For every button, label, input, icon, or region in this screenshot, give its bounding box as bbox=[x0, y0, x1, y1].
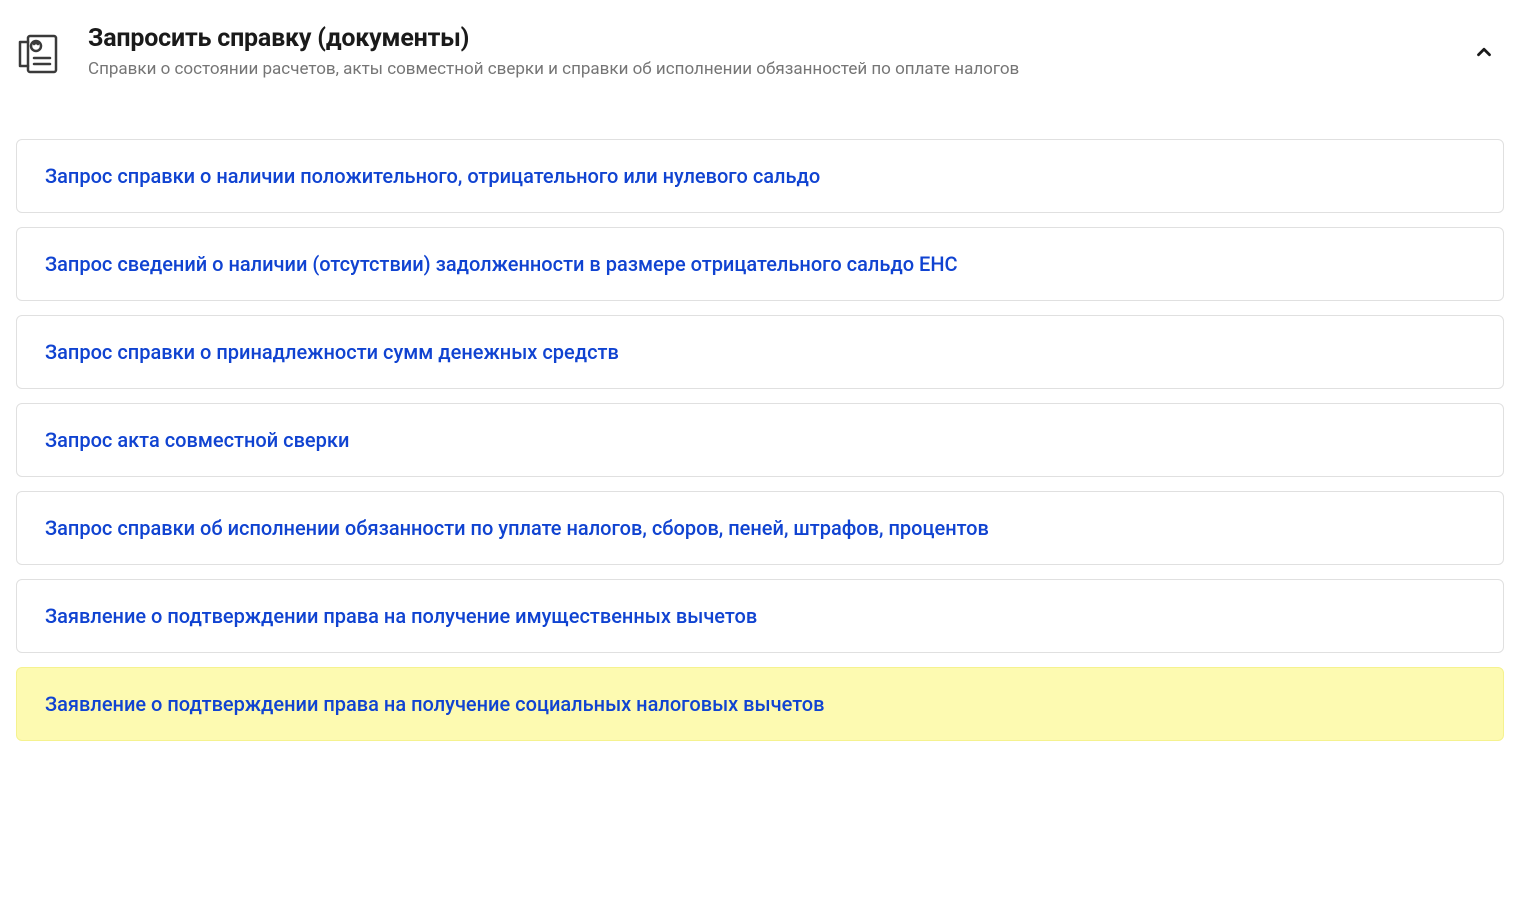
list-item[interactable]: Запрос справки о принадлежности сумм ден… bbox=[16, 315, 1504, 389]
document-icon bbox=[16, 28, 64, 76]
section-subtitle: Справки о состоянии расчетов, акты совме… bbox=[88, 59, 1440, 79]
document-list: Запрос справки о наличии положительного,… bbox=[16, 139, 1504, 741]
chevron-up-icon bbox=[1473, 41, 1495, 63]
list-item[interactable]: Запрос справки об исполнении обязанности… bbox=[16, 491, 1504, 565]
collapse-toggle[interactable] bbox=[1464, 32, 1504, 72]
list-item[interactable]: Запрос сведений о наличии (отсутствии) з… bbox=[16, 227, 1504, 301]
header-text: Запросить справку (документы) Справки о … bbox=[88, 24, 1440, 79]
list-item[interactable]: Запрос акта совместной сверки bbox=[16, 403, 1504, 477]
section-title: Запросить справку (документы) bbox=[88, 24, 1440, 53]
list-item[interactable]: Заявление о подтверждении права на получ… bbox=[16, 579, 1504, 653]
list-item[interactable]: Запрос справки о наличии положительного,… bbox=[16, 139, 1504, 213]
section-header: Запросить справку (документы) Справки о … bbox=[16, 24, 1504, 79]
list-item[interactable]: Заявление о подтверждении права на получ… bbox=[16, 667, 1504, 741]
